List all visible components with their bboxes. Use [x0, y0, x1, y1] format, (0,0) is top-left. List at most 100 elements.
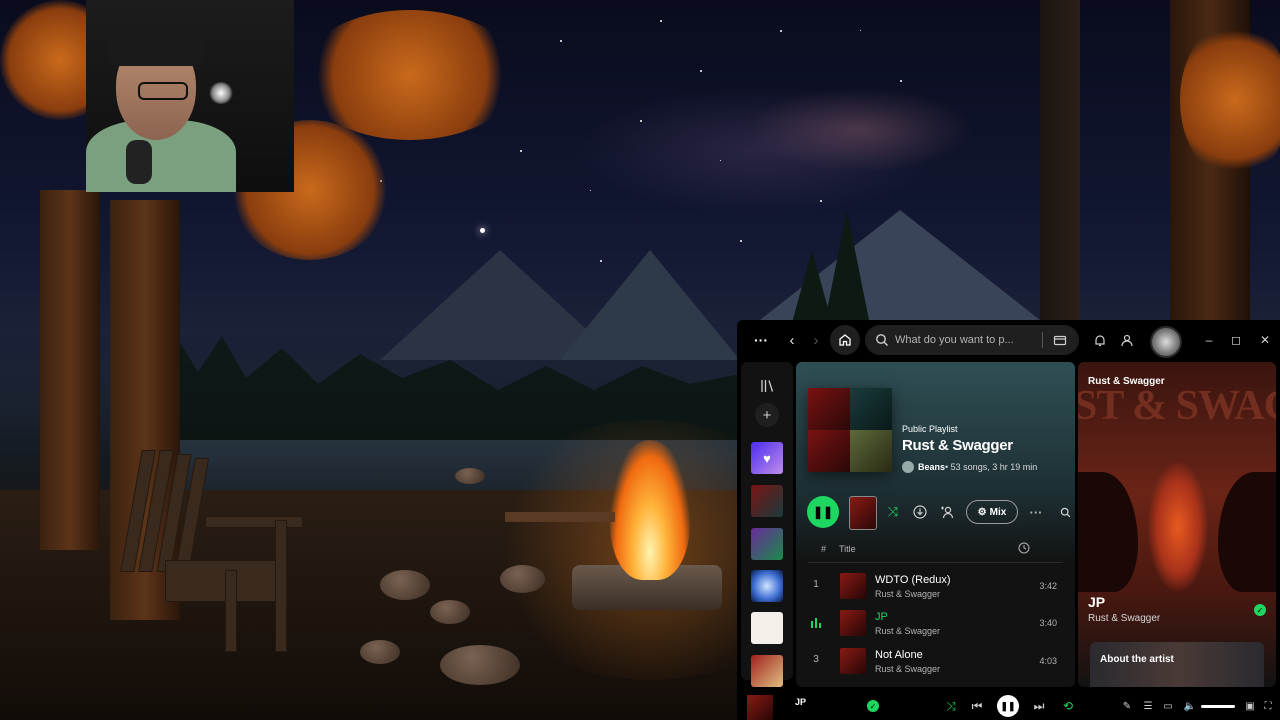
column-title[interactable]: Title: [839, 544, 856, 554]
mix-label: Mix: [989, 506, 1007, 518]
search-icon: [876, 334, 888, 346]
mix-button[interactable]: ⚙ Mix: [966, 500, 1018, 524]
volume-slider[interactable]: [1201, 705, 1235, 708]
playlist-type: Public Playlist: [902, 424, 958, 434]
microphone: [126, 140, 152, 184]
queue-icon[interactable]: ☰: [1138, 696, 1158, 716]
search-divider: [1042, 332, 1043, 348]
table-divider: [808, 562, 1063, 563]
autumn-leaves: [300, 10, 520, 140]
playlist-owner[interactable]: Beans: [918, 462, 945, 472]
bench: [505, 512, 615, 522]
player-pause-button[interactable]: ❚❚: [997, 695, 1019, 717]
campfire: [610, 440, 690, 580]
about-artist-label: About the artist: [1100, 654, 1174, 665]
previous-track-icon[interactable]: ⏮: [967, 696, 987, 716]
track-number: 1: [813, 579, 819, 590]
track-row[interactable]: 1 WDTO (Redux) Rust & Swagger 3:42: [808, 571, 1063, 605]
minimize-button[interactable]: –: [1199, 330, 1219, 350]
user-avatar[interactable]: [1150, 326, 1182, 358]
now-playing-panel: ST & SWAGG Rust & Swagger JP Rust & Swag…: [1078, 362, 1276, 687]
column-number: #: [821, 544, 827, 554]
track-artwork: [840, 573, 866, 599]
track-duration: 3:40: [1039, 618, 1057, 628]
create-plus-icon[interactable]: +: [755, 403, 779, 427]
person-cap: [108, 26, 204, 66]
library-item-playlist[interactable]: [751, 655, 783, 687]
playlist-view: Public Playlist Rust & Swagger Beans • 5…: [796, 362, 1075, 687]
home-button[interactable]: [830, 325, 860, 355]
fullscreen-icon[interactable]: ⛶: [1258, 696, 1278, 716]
playlist-cover: [808, 388, 892, 472]
menu-dots-icon[interactable]: ···: [751, 330, 771, 350]
person-glasses: [138, 82, 188, 100]
library-item-playlist[interactable]: [751, 485, 783, 517]
now-playing-thumb[interactable]: [747, 695, 773, 720]
repeat-icon[interactable]: ⟲: [1058, 696, 1078, 716]
artwork-silhouette-left: [1078, 472, 1138, 592]
volume-icon[interactable]: 🔈: [1180, 696, 1200, 716]
track-artist[interactable]: Rust & Swagger: [875, 626, 940, 636]
top-bar: ··· ‹ › What do you want to p... – ◻ ✕: [737, 320, 1280, 360]
track-title[interactable]: WDTO (Redux): [875, 574, 951, 586]
download-icon[interactable]: [910, 502, 930, 522]
home-icon: [839, 334, 851, 346]
player-bar: JP ✓ ⤨ ⏮ ❚❚ ⏭ ⟲ ✎ ☰ ▭ 🔈 ▣ ⛶: [737, 690, 1280, 720]
library-item-playlist[interactable]: [751, 612, 783, 644]
friend-activity-icon[interactable]: [1118, 330, 1136, 350]
search-input[interactable]: What do you want to p...: [895, 334, 1014, 346]
mini-player-icon[interactable]: ▣: [1240, 696, 1260, 716]
bright-star: [480, 228, 485, 233]
search-in-playlist-icon[interactable]: [1055, 502, 1075, 522]
player-song-title[interactable]: JP: [795, 697, 806, 707]
track-artist[interactable]: Rust & Swagger: [875, 664, 940, 674]
lyrics-icon[interactable]: ✎: [1117, 696, 1137, 716]
invite-collaborator-icon[interactable]: [937, 502, 957, 522]
track-duration: 3:42: [1039, 581, 1057, 591]
duration-clock-icon: [1018, 542, 1030, 556]
playlist-title: Rust & Swagger: [902, 437, 1013, 454]
library-item-playlist[interactable]: [751, 528, 783, 560]
pause-button[interactable]: ❚❚: [807, 496, 839, 528]
playlist-preview-thumb[interactable]: [849, 496, 877, 530]
next-track-icon[interactable]: ⏭: [1029, 696, 1049, 716]
player-shuffle-icon[interactable]: ⤨: [941, 696, 961, 716]
track-title[interactable]: Not Alone: [875, 649, 923, 661]
equalizer-icon: [808, 618, 824, 631]
owner-avatar: [902, 461, 914, 473]
adirondack-chair: [120, 450, 305, 652]
track-row[interactable]: 3 Not Alone Rust & Swagger 4:03: [808, 646, 1063, 680]
track-row-playing[interactable]: JP Rust & Swagger 3:40: [808, 608, 1063, 642]
track-artist[interactable]: Rust & Swagger: [875, 589, 940, 599]
spotify-window: ··· ‹ › What do you want to p... – ◻ ✕ +…: [737, 320, 1280, 720]
tree-trunk: [40, 190, 100, 550]
search-bar[interactable]: What do you want to p...: [865, 325, 1079, 355]
player-saved-check-icon[interactable]: ✓: [867, 700, 879, 712]
connect-device-icon[interactable]: ▭: [1158, 696, 1178, 716]
playlist-meta: Beans • 53 songs, 3 hr 19 min: [902, 461, 1037, 473]
notifications-bell-icon[interactable]: [1091, 330, 1109, 350]
more-options-icon[interactable]: ···: [1026, 502, 1046, 522]
artwork-flame: [1148, 462, 1208, 592]
artist-artwork: ST & SWAGG: [1078, 383, 1276, 429]
library-item-playlist[interactable]: [751, 570, 783, 602]
sliders-icon: ⚙: [977, 506, 987, 518]
maximize-button[interactable]: ◻: [1226, 330, 1246, 350]
about-the-artist-card[interactable]: About the artist: [1090, 642, 1264, 687]
now-playing-title[interactable]: JP: [1088, 594, 1105, 610]
track-artwork: [840, 610, 866, 636]
browse-icon[interactable]: [1053, 333, 1067, 347]
now-playing-artist[interactable]: Rust & Swagger: [1088, 613, 1160, 624]
back-arrow-icon[interactable]: ‹: [783, 330, 801, 350]
now-playing-context[interactable]: Rust & Swagger: [1088, 376, 1165, 387]
track-artwork: [840, 648, 866, 674]
liked-songs-heart-icon[interactable]: ♥: [751, 442, 783, 474]
forward-arrow-icon[interactable]: ›: [807, 330, 825, 350]
track-title[interactable]: JP: [875, 611, 888, 623]
saved-check-icon[interactable]: ✓: [1254, 604, 1266, 616]
close-button[interactable]: ✕: [1255, 330, 1275, 350]
webcam-overlay: [86, 0, 294, 192]
shuffle-icon[interactable]: ⤨: [883, 502, 903, 522]
studio-light: [208, 82, 234, 104]
library-icon[interactable]: [757, 376, 777, 396]
